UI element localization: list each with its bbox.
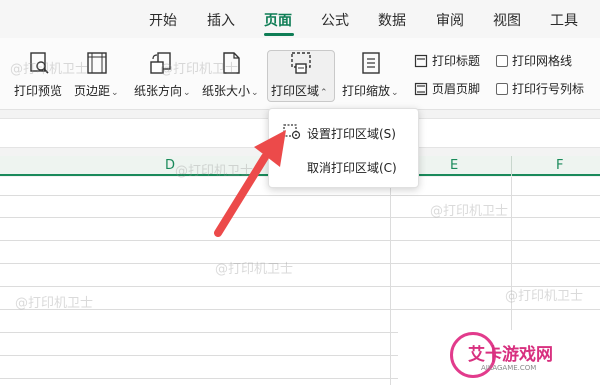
tab-view[interactable]: 视图 bbox=[493, 10, 521, 30]
grid-row-line bbox=[0, 217, 600, 218]
grid-row-line bbox=[0, 240, 600, 241]
print-scale-icon bbox=[362, 52, 380, 74]
tab-insert[interactable]: 插入 bbox=[207, 10, 235, 30]
column-header-e[interactable]: E bbox=[450, 158, 458, 173]
tab-page[interactable]: 页面 bbox=[264, 10, 292, 30]
tab-start[interactable]: 开始 bbox=[149, 10, 177, 30]
watermark: @打印机卫士 bbox=[15, 296, 94, 311]
print-titles-button[interactable]: 打印标题 bbox=[414, 52, 480, 74]
header-footer-button[interactable]: 页眉页脚 bbox=[414, 80, 480, 102]
header-footer-icon bbox=[414, 82, 428, 96]
watermark: @打印机卫士 bbox=[505, 289, 584, 304]
print-area-dropdown: 设置打印区域(S) 取消打印区域(C) bbox=[268, 108, 419, 188]
grid-column-line bbox=[390, 177, 391, 385]
tab-tools[interactable]: 工具 bbox=[550, 10, 578, 30]
print-gridlines-checkbox[interactable]: 打印网格线 bbox=[496, 52, 572, 74]
clear-print-area-label: 取消打印区域(C) bbox=[307, 161, 397, 175]
print-area-icon bbox=[291, 52, 311, 74]
tab-review[interactable]: 审阅 bbox=[436, 10, 464, 30]
active-tab-indicator bbox=[264, 33, 294, 36]
checkbox-box bbox=[496, 55, 508, 67]
watermark: @打印机卫士 bbox=[160, 62, 239, 77]
print-titles-icon bbox=[414, 54, 428, 68]
print-preview-label: 打印预览 bbox=[14, 84, 63, 98]
orientation-label: 纸张方向⌄ bbox=[134, 84, 191, 98]
watermark: @打印机卫士 bbox=[10, 62, 89, 77]
set-print-area-item[interactable]: 设置打印区域(S) bbox=[269, 117, 420, 147]
site-logo: 艾卡游戏网 AIKAGAME.COM bbox=[398, 330, 600, 385]
column-divider[interactable] bbox=[511, 156, 512, 176]
grid-row-line bbox=[0, 263, 600, 264]
watermark: @打印机卫士 bbox=[215, 262, 294, 277]
margins-label: 页边距⌄ bbox=[74, 84, 119, 98]
logo-subtext: AIKAGAME.COM bbox=[481, 364, 537, 372]
checkbox-box bbox=[496, 83, 508, 95]
header-footer-label: 页眉页脚 bbox=[432, 82, 481, 96]
menu-bar: 开始 插入 页面 公式 数据 审阅 视图 工具 bbox=[0, 0, 600, 38]
red-arrow-icon bbox=[214, 130, 286, 237]
tab-formula[interactable]: 公式 bbox=[321, 10, 349, 30]
set-print-area-label: 设置打印区域(S) bbox=[307, 127, 396, 141]
print-gridlines-label: 打印网格线 bbox=[512, 54, 573, 68]
grid-row-line bbox=[0, 195, 600, 196]
tab-data[interactable]: 数据 bbox=[378, 10, 406, 30]
print-area-label: 打印区域⌃ bbox=[271, 84, 328, 98]
print-area-button[interactable]: 打印区域⌃ bbox=[268, 38, 334, 108]
print-scale-label: 打印缩放⌄ bbox=[342, 84, 399, 98]
column-header-d[interactable]: D bbox=[165, 158, 175, 173]
print-row-col-headers-checkbox[interactable]: 打印行号列标 bbox=[496, 80, 584, 102]
print-scale-button[interactable]: 打印缩放⌄ bbox=[340, 38, 404, 108]
print-row-col-headers-label: 打印行号列标 bbox=[512, 82, 585, 96]
clear-print-area-item[interactable]: 取消打印区域(C) bbox=[269, 151, 420, 181]
watermark: @打印机卫士 bbox=[430, 204, 509, 219]
ribbon: 打印预览 页边距⌄ 纸张方向⌄ 纸张大小⌄ 打印区域⌃ 打印缩放⌄ 打印标题 页… bbox=[0, 38, 600, 110]
logo-text: 艾卡游戏网 bbox=[468, 345, 553, 365]
print-titles-label: 打印标题 bbox=[432, 54, 481, 68]
paper-size-label: 纸张大小⌄ bbox=[202, 84, 259, 98]
column-header-f[interactable]: F bbox=[556, 158, 563, 173]
